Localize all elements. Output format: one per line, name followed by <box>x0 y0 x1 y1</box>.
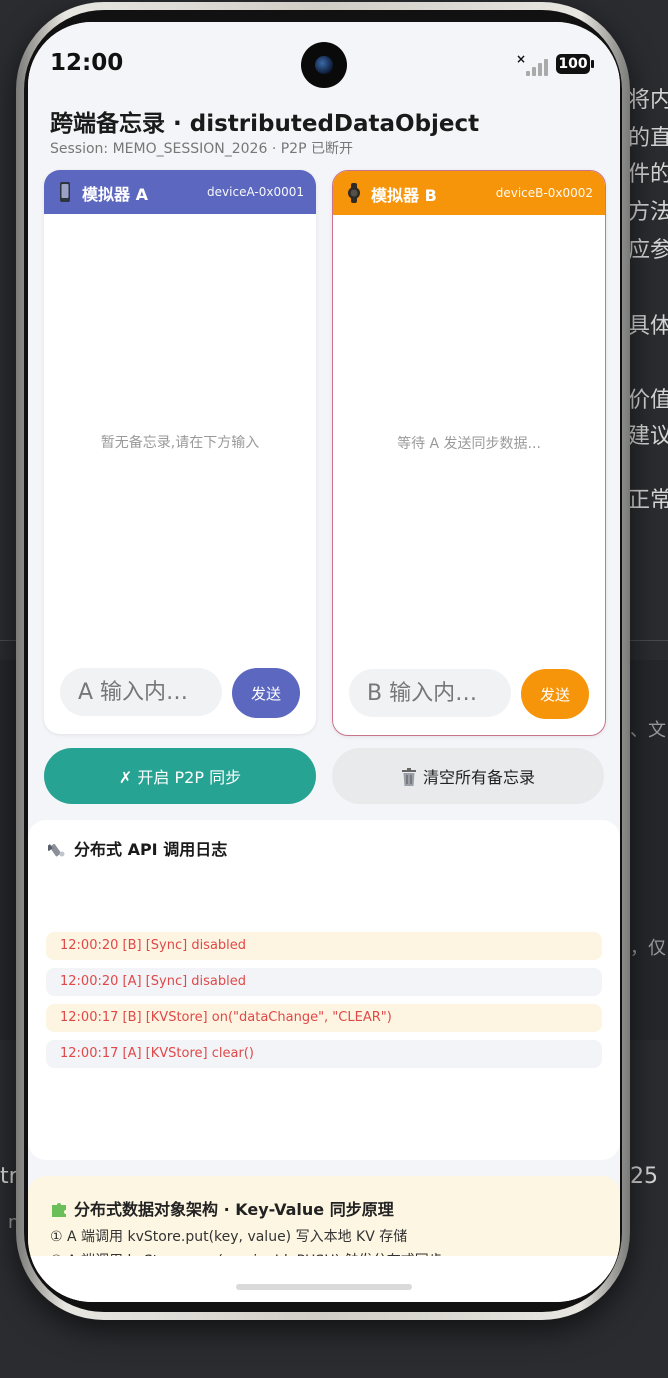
signal-icon: × <box>516 52 552 76</box>
bg-text: ，仅 <box>630 938 666 959</box>
architecture-step-1: ① A 端调用 kvStore.put(key, value) 写入本地 KV … <box>50 1229 408 1245</box>
phone-icon <box>60 182 70 202</box>
log-entry: 12:00:20 [B] [Sync] disabled <box>46 932 602 960</box>
device-a-header: 模拟器 A deviceA-0x0001 <box>44 170 316 214</box>
device-a-empty-text: 暂无备忘录,请在下方输入 <box>100 435 260 451</box>
puzzle-icon <box>52 1203 66 1217</box>
trash-icon <box>401 768 416 786</box>
bg-text: 的直接 <box>628 126 668 151</box>
bg-text: 将内容 <box>628 88 668 113</box>
device-a-card: 模拟器 A deviceA-0x0001 暂无备忘录,请在下方输入 发送 <box>44 170 316 734</box>
bg-text: 方法 <box>628 200 668 225</box>
battery-icon: 100 <box>556 54 594 74</box>
page-title: 跨端备忘录 · distributedDataObject <box>50 111 480 137</box>
toggle-p2p-sync-button[interactable]: ✗ 开启 P2P 同步 <box>44 748 316 804</box>
bottom-bar <box>28 1256 620 1302</box>
status-bar: 12:00 × 100 <box>28 22 620 102</box>
bg-text: 正常 <box>628 488 668 513</box>
device-a-name: 模拟器 A <box>82 185 148 204</box>
bg-text: 应参 <box>628 238 668 263</box>
clear-all-memos-button[interactable]: 清空所有备忘录 <box>332 748 604 804</box>
phone-screen: 12:00 × 100 跨端备忘录 · distributedDataObjec… <box>28 22 620 1302</box>
api-log-panel: 分布式 API 调用日志 12:00:20 [B] [Sync] disable… <box>28 820 620 1160</box>
bg-text: 建议 <box>628 424 668 449</box>
device-b-input[interactable] <box>349 669 511 717</box>
page-subtitle: Session: MEMO_SESSION_2026 · P2P 已断开 <box>50 141 353 157</box>
device-b-name: 模拟器 B <box>371 186 437 205</box>
home-indicator[interactable] <box>236 1284 412 1290</box>
bg-text: 、文 <box>630 720 666 741</box>
bg-text: 件的 <box>628 162 668 187</box>
front-camera <box>301 42 347 88</box>
api-log-list: 12:00:20 [B] [Sync] disabled 12:00:20 [A… <box>46 932 602 1076</box>
device-a-id: deviceA-0x0001 <box>207 185 304 199</box>
device-b-empty-text: 等待 A 发送同步数据... <box>397 436 541 452</box>
bg-text: 具体 <box>628 314 668 339</box>
device-a-input[interactable] <box>60 668 222 716</box>
device-b-id: deviceB-0x0002 <box>495 186 593 200</box>
device-b-card: 模拟器 B deviceB-0x0002 等待 A 发送同步数据... 发送 <box>332 170 606 736</box>
satellite-icon <box>48 843 65 857</box>
status-time: 12:00 <box>50 50 124 76</box>
watch-icon <box>348 183 360 203</box>
log-entry: 12:00:17 [A] [KVStore] clear() <box>46 1040 602 1068</box>
bg-text: 25 <box>630 1164 658 1189</box>
device-b-send-button[interactable]: 发送 <box>521 669 589 719</box>
architecture-header: 分布式数据对象架构 · Key-Value 同步原理 <box>50 1196 394 1220</box>
architecture-title: 分布式数据对象架构 · Key-Value 同步原理 <box>74 1200 394 1219</box>
log-entry: 12:00:20 [A] [Sync] disabled <box>46 968 602 996</box>
device-a-send-button[interactable]: 发送 <box>232 668 300 718</box>
log-entry: 12:00:17 [B] [KVStore] on("dataChange", … <box>46 1004 602 1032</box>
device-b-header: 模拟器 B deviceB-0x0002 <box>333 171 605 215</box>
api-log-header: 分布式 API 调用日志 <box>48 836 227 860</box>
api-log-title: 分布式 API 调用日志 <box>74 840 228 859</box>
bg-text: 价值 <box>628 388 668 413</box>
clear-all-memos-label: 清空所有备忘录 <box>422 768 535 787</box>
